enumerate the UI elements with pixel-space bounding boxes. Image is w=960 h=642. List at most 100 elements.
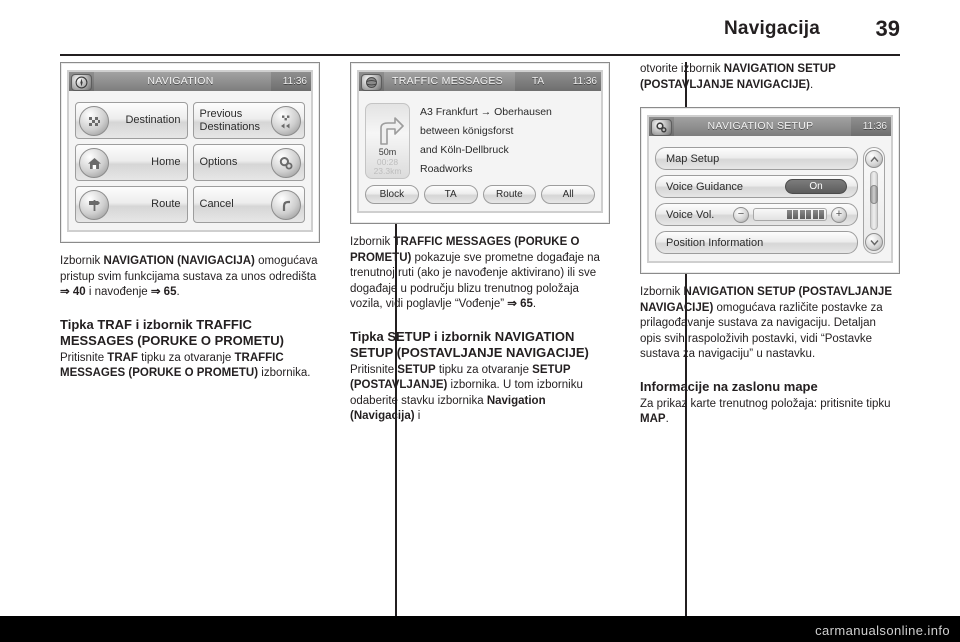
column3-paragraph-1: Izbornik NAVIGATION SETUP (POSTAVLJANJE … — [640, 285, 900, 363]
c3p0-pre: otvorite izbornik — [640, 63, 724, 75]
c1p2-mid: tipku za otvaranje — [137, 351, 235, 364]
voice-guidance-label: Voice Guidance — [666, 180, 744, 193]
voice-volume-row[interactable]: Voice Vol. − + — [655, 203, 858, 226]
traffic-messages-clock: 11:36 — [572, 76, 597, 87]
previous-destinations-icon — [271, 106, 301, 136]
gears-icon — [271, 148, 301, 178]
cancel-route-icon — [271, 190, 301, 220]
previous-destinations-button[interactable]: Previous Destinations — [192, 102, 305, 139]
volume-segment — [799, 210, 805, 219]
navigation-setup-body: Map Setup Voice Guidance On Voice Vol. − — [649, 136, 891, 261]
map-setup-row[interactable]: Map Setup — [655, 147, 858, 170]
voice-guidance-toggle[interactable]: On — [785, 179, 847, 194]
scrollbar-thumb[interactable] — [870, 184, 878, 204]
c2p1-ref: ⇒ 65 — [507, 298, 533, 310]
options-button[interactable]: Options — [192, 144, 305, 181]
turn-indicator-panel: 50m 00:28 23.3km — [365, 103, 410, 179]
c2p1-end: . — [532, 298, 537, 310]
c2p2-mid: tipku za otvaranje — [435, 363, 533, 376]
volume-plus-button[interactable]: + — [831, 206, 847, 223]
voice-volume-label: Voice Vol. — [666, 208, 715, 221]
traffic-message-line-2: between königsforst — [420, 125, 514, 137]
c1p1-pre: Izbornik — [60, 255, 104, 267]
navigation-setup-scrollbar[interactable] — [863, 147, 885, 254]
turn-distance: 50m — [378, 147, 397, 157]
home-button-label: Home — [151, 156, 181, 168]
navigation-screen-title: NAVIGATION — [94, 72, 271, 91]
navigation-titlebar: NAVIGATION 11:36 — [69, 72, 311, 91]
traffic-messages-screen-figure: TRAFFIC MESSAGES TA 11:36 50m 00:28 23.3… — [350, 62, 610, 224]
scrollbar-track[interactable] — [870, 171, 878, 230]
map-setup-label: Map Setup — [666, 152, 720, 165]
traffic-messages-ta-indicator: TA — [531, 76, 545, 87]
navigation-setup-titlebar: NAVIGATION SETUP 11:36 — [649, 117, 891, 136]
position-information-row[interactable]: Position Information — [655, 231, 858, 254]
turn-remaining-distance: 23.3km — [373, 166, 402, 176]
ta-button[interactable]: TA — [423, 185, 478, 204]
navigation-clock: 11:36 — [282, 76, 307, 87]
all-button[interactable]: All — [541, 185, 595, 204]
volume-segment — [806, 210, 811, 219]
navigation-button-col-right: Previous Destinations Options Cancel — [192, 102, 305, 223]
traffic-messages-screen-title: TRAFFIC MESSAGES — [384, 72, 515, 91]
volume-slider[interactable] — [753, 208, 827, 221]
destination-button[interactable]: Destination — [75, 102, 188, 139]
gears-icon — [651, 118, 672, 136]
voice-guidance-row[interactable]: Voice Guidance On — [655, 175, 858, 198]
cancel-button[interactable]: Cancel — [192, 186, 305, 223]
c1p1-end: . — [176, 286, 180, 298]
column-1: NAVIGATION 11:36 Destination Home Route … — [60, 62, 320, 622]
traffic-message-text: A3 Frankfurt → Oberhausen between königs… — [410, 103, 595, 179]
traffic-message-line-1: A3 Frankfurt → Oberhausen — [420, 106, 552, 118]
traffic-messages-buttons: Block TA Route All — [365, 185, 595, 204]
route-signpost-icon — [79, 190, 109, 220]
traffic-messages-titlebar: TRAFFIC MESSAGES TA 11:36 — [359, 72, 601, 91]
c3p2-bold1: MAP — [640, 413, 666, 425]
column3-paragraph-2: Za prikaz karte trenutnog položaja: prit… — [640, 397, 900, 428]
home-button[interactable]: Home — [75, 144, 188, 181]
column2-heading: Tipka SETUP i izbornik NAVIGATION SETUP … — [350, 328, 589, 360]
c1p1-ref2: ⇒ 65 — [150, 286, 177, 298]
column3-heading: Informacije na zaslonu mape — [640, 378, 818, 394]
c2p2-end: i — [414, 410, 421, 422]
up-chevron-icon[interactable] — [865, 150, 883, 168]
c2p1-pre: Izbornik — [350, 236, 394, 248]
c1p2-end: izbornika. — [258, 367, 311, 379]
page-number: 39 — [875, 16, 900, 41]
volume-segment — [812, 210, 818, 219]
navigation-setup-screen: NAVIGATION SETUP 11:36 Map Setup Voice G… — [647, 115, 893, 263]
traffic-message-line-3: and Köln-Dellbruck — [420, 144, 509, 156]
home-icon — [79, 148, 109, 178]
c1p2-bold1: TRAF — [107, 351, 138, 364]
block-button[interactable]: Block — [365, 185, 419, 204]
turn-right-icon — [372, 115, 405, 150]
c2p2-bold1: SETUP — [397, 363, 436, 376]
navigation-screen-body: Destination Home Route Previous Destinat… — [69, 91, 311, 230]
volume-minus-button[interactable]: − — [733, 206, 749, 223]
c1p1-mid2: i navođenje — [85, 286, 151, 298]
column-3: otvorite izbornik NAVIGATION SETUP (POST… — [640, 62, 900, 622]
header-rule — [60, 54, 900, 56]
route-button[interactable]: Route — [75, 186, 188, 223]
options-button-label: Options — [199, 156, 238, 168]
navigation-button-grid: Destination Home Route Previous Destinat… — [75, 102, 305, 223]
down-chevron-icon[interactable] — [865, 233, 883, 251]
navigation-setup-screen-figure: NAVIGATION SETUP 11:36 Map Setup Voice G… — [640, 107, 900, 274]
c3p2-end: . — [665, 413, 669, 425]
c3p0-end: . — [809, 78, 814, 91]
navigation-screen: NAVIGATION 11:36 Destination Home Route … — [67, 70, 313, 232]
page-header: Navigacija 39 — [60, 14, 900, 60]
column1-paragraph-1: Izbornik NAVIGATION (NAVIGACIJA) omoguća… — [60, 254, 320, 301]
volume-segment — [819, 210, 824, 219]
navigation-setup-area: Map Setup Voice Guidance On Voice Vol. − — [655, 147, 885, 254]
traffic-messages-screen: TRAFFIC MESSAGES TA 11:36 50m 00:28 23.3… — [357, 70, 603, 213]
position-information-label: Position Information — [666, 236, 764, 249]
route-filter-button[interactable]: Route — [482, 185, 537, 204]
checkered-flag-icon — [79, 106, 109, 136]
c3p1-pre: Izbornik — [640, 286, 684, 298]
previous-destinations-button-label: Previous Destinations — [199, 107, 261, 133]
volume-segment — [786, 210, 792, 219]
page-title: Navigacija — [724, 18, 820, 39]
column-2: TRAFFIC MESSAGES TA 11:36 50m 00:28 23.3… — [350, 62, 610, 622]
volume-segment — [793, 210, 798, 219]
